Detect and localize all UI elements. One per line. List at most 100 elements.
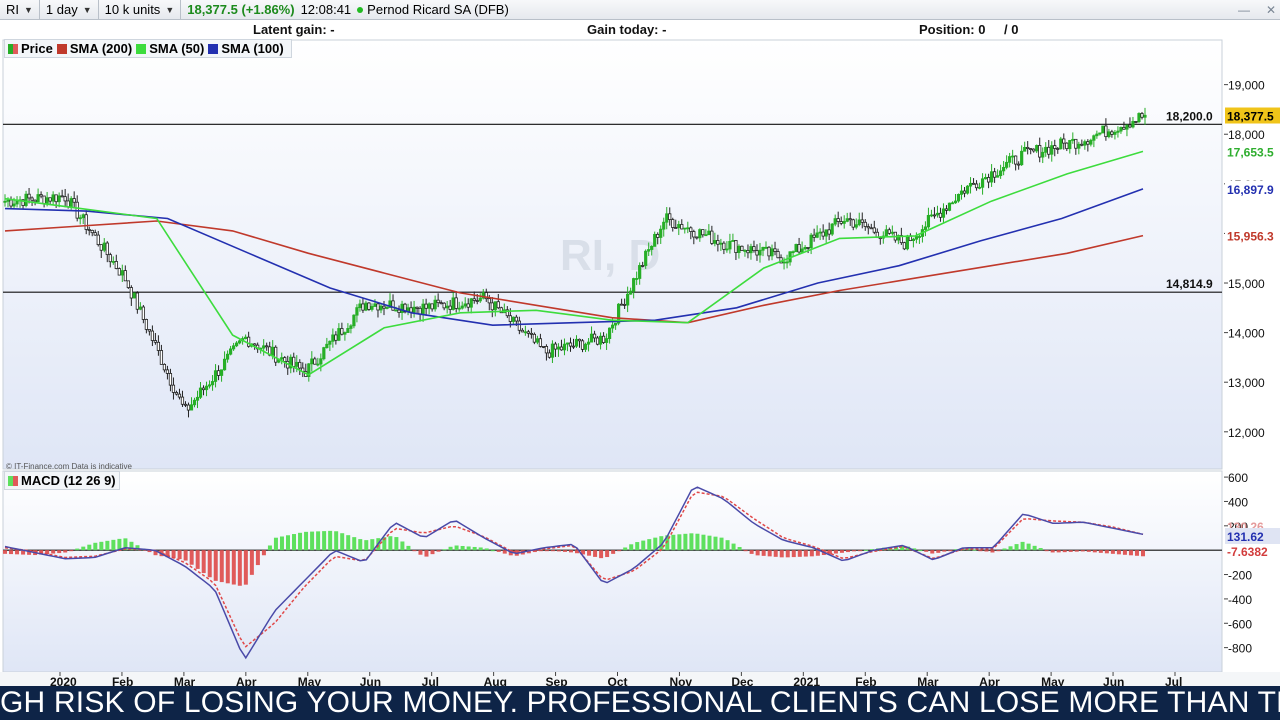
price-axis-tick-label: 14,000 [1228,327,1265,341]
candle-body [222,358,227,371]
candle-body [367,302,371,310]
candle-body [803,247,807,250]
candle-body [1092,135,1096,141]
candle-body [247,336,251,347]
legend-label: SMA (200) [69,41,133,56]
macd-histogram-bar [201,550,206,574]
candle-body [1011,155,1015,158]
macd-histogram-bar [839,550,844,553]
macd-histogram-bar [213,550,218,581]
legend-item-price[interactable]: Price [8,41,53,56]
candle-body [701,229,705,236]
candle-body [821,231,825,237]
macd-histogram-bar [701,534,706,551]
candle-body [965,185,970,194]
macd-histogram-bar [472,546,477,551]
macd-histogram-bar [1128,550,1133,556]
candle-body [1104,125,1108,138]
candle-body [1059,138,1063,150]
candle-body [1101,125,1105,134]
legend-item-sma200[interactable]: SMA (200) [56,41,133,56]
candle-body [547,352,552,358]
macd-histogram-bar [406,545,411,551]
macd-histogram-bar [797,550,802,557]
candle-body [1134,121,1138,123]
candle-body [863,221,867,227]
candle-body [623,303,627,306]
candle-body [674,227,678,229]
candle-body [472,298,476,301]
candle-body [385,307,389,309]
macd-histogram-bar [737,547,742,551]
candle-body [391,300,395,311]
candle-body [1131,121,1135,128]
candle-body [228,348,233,355]
candle-body [614,322,618,326]
macd-histogram-bar [340,533,345,551]
candle-body [836,218,840,222]
candle-body [51,194,55,202]
candle-body [1035,145,1039,152]
candle-body [851,219,855,228]
candle-body [9,199,13,207]
macd-histogram-bar [448,546,453,551]
candle-body [629,290,633,295]
horizontal-line-label: 18,200.0 [1166,109,1213,123]
macd-histogram-bar [1038,548,1043,551]
legend-item-sma100[interactable]: SMA (100) [208,41,284,56]
price-chart[interactable]: RI, D© IT-Finance.com Data is indicative… [0,0,1280,720]
candle-body [96,234,100,246]
candle-body [1140,113,1144,118]
macd-histogram-bar [466,546,471,551]
candle-body [1089,139,1093,145]
macd-histogram-bar [454,545,459,551]
candle-body [475,300,479,302]
candle-body [1041,151,1045,158]
macd-histogram-bar [761,550,766,556]
candle-body [517,320,521,331]
candle-body [950,202,955,205]
candle-body [439,302,443,305]
macd-histogram-bar [707,535,712,551]
macd-histogram-bar [1014,544,1019,551]
candle-body [334,334,338,341]
candle-body [213,370,218,382]
candle-body [1047,146,1051,155]
candle-body [842,220,846,224]
candle-body [598,335,603,345]
macd-histogram-bar [322,531,327,551]
macd-legend[interactable]: MACD (12 26 9) [4,471,120,490]
candle-body [159,350,164,365]
candle-body [427,303,431,309]
candle-body [129,287,133,299]
macd-histogram-bar [105,540,110,551]
candle-body [93,232,97,236]
legend-item-sma50[interactable]: SMA (50) [136,41,204,56]
candle-body [316,363,320,366]
sma200-value-tag: 15,956.3 [1227,230,1274,244]
macd-histogram-bar [617,550,622,552]
candle-body [412,306,416,313]
candle-body [415,306,419,309]
candle-body [671,219,675,228]
candle-body [457,307,461,310]
macd-value-tag: 131.62 [1227,530,1264,544]
candle-body [935,212,940,216]
candle-body [532,333,536,343]
candle-body [430,303,434,310]
macd-histogram-bar [1044,550,1049,552]
candle-body [373,303,377,307]
candle-body [806,247,810,249]
candle-body [337,328,341,341]
candle-body [153,340,157,343]
macd-histogram-bar [635,542,640,551]
candle-body [929,214,934,217]
candle-body [818,231,822,234]
candle-body [27,193,31,199]
candle-body [791,251,795,254]
candle-body [253,343,257,346]
candle-body [144,319,148,330]
candle-body [977,186,982,189]
macd-histogram-bar [1104,550,1109,554]
candle-body [830,223,834,235]
